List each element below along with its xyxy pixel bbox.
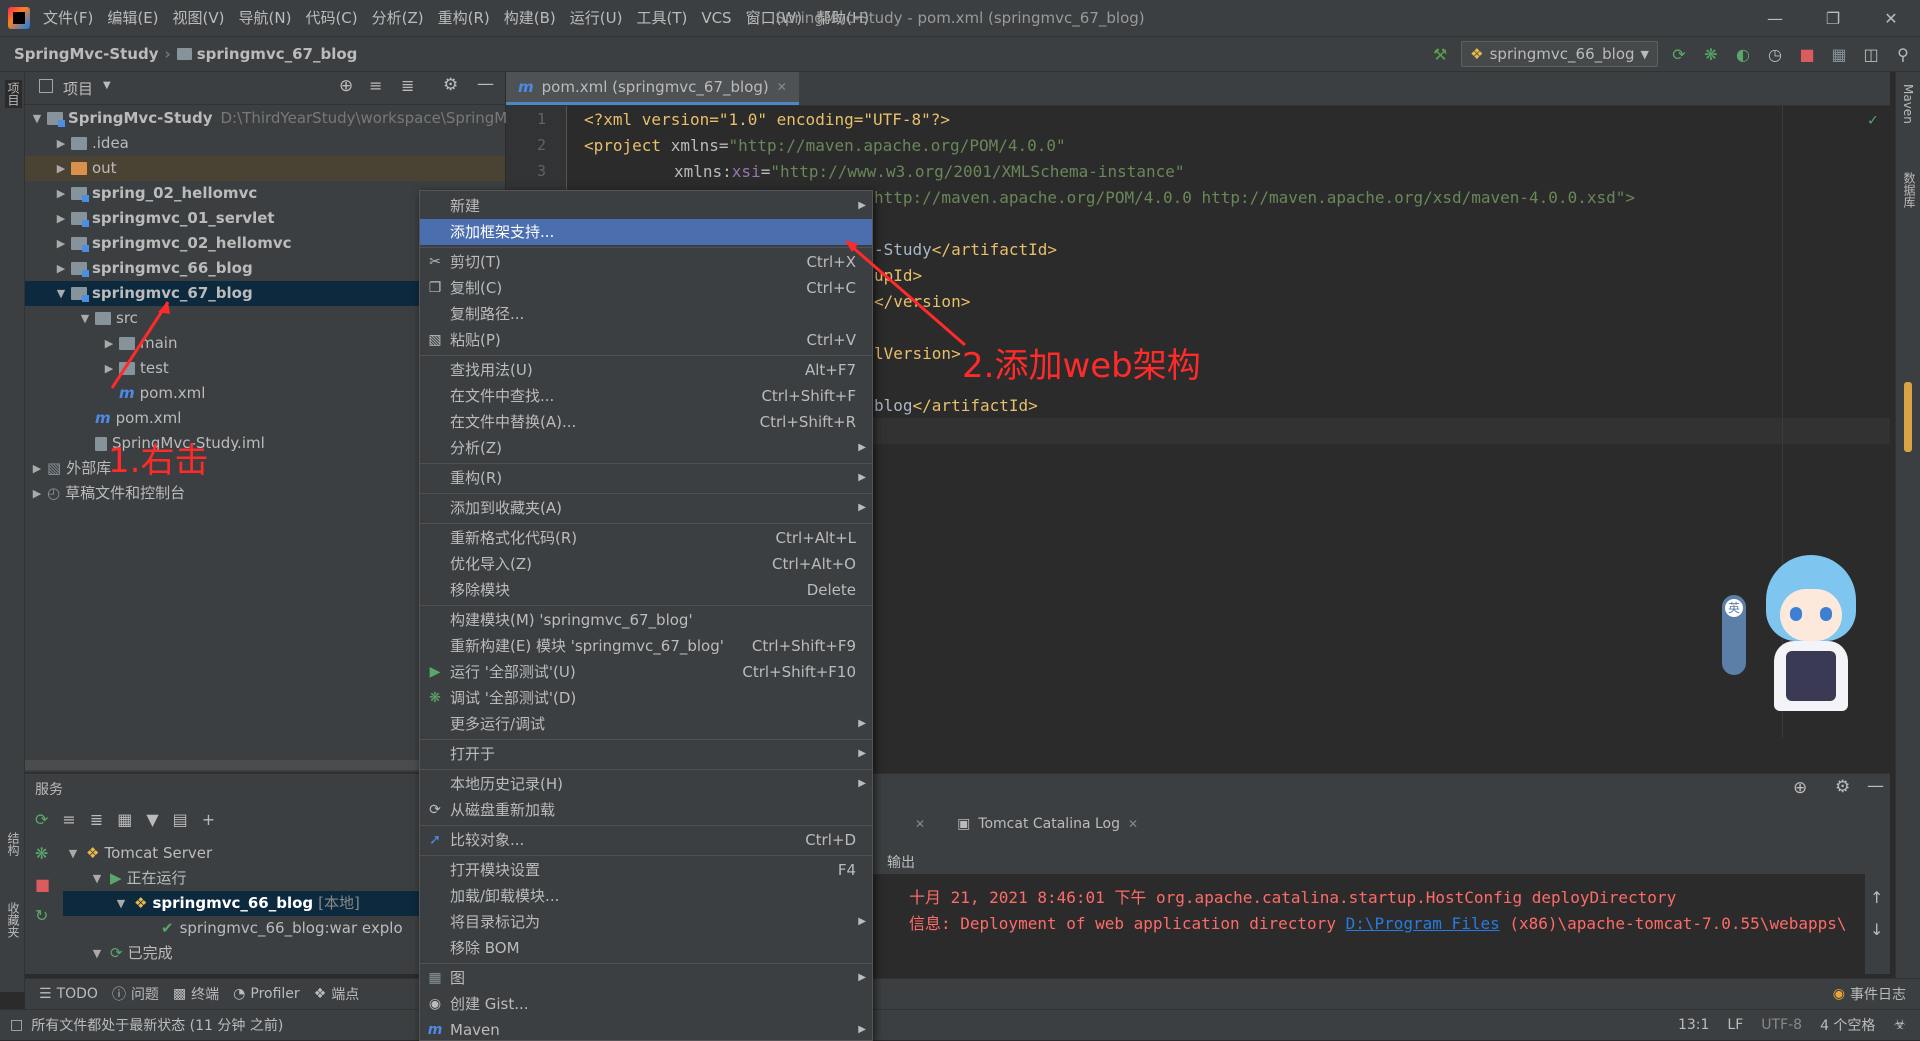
annotation-arrow-2 — [849, 243, 966, 347]
annotation-arrowhead-1 — [158, 302, 170, 314]
annotation-step-1: 1.右击 — [108, 441, 209, 481]
annotation-step-2: 2.添加web架构 — [962, 346, 1201, 386]
annotation-arrow-1 — [110, 301, 170, 389]
annotation-arrows — [110, 240, 966, 389]
